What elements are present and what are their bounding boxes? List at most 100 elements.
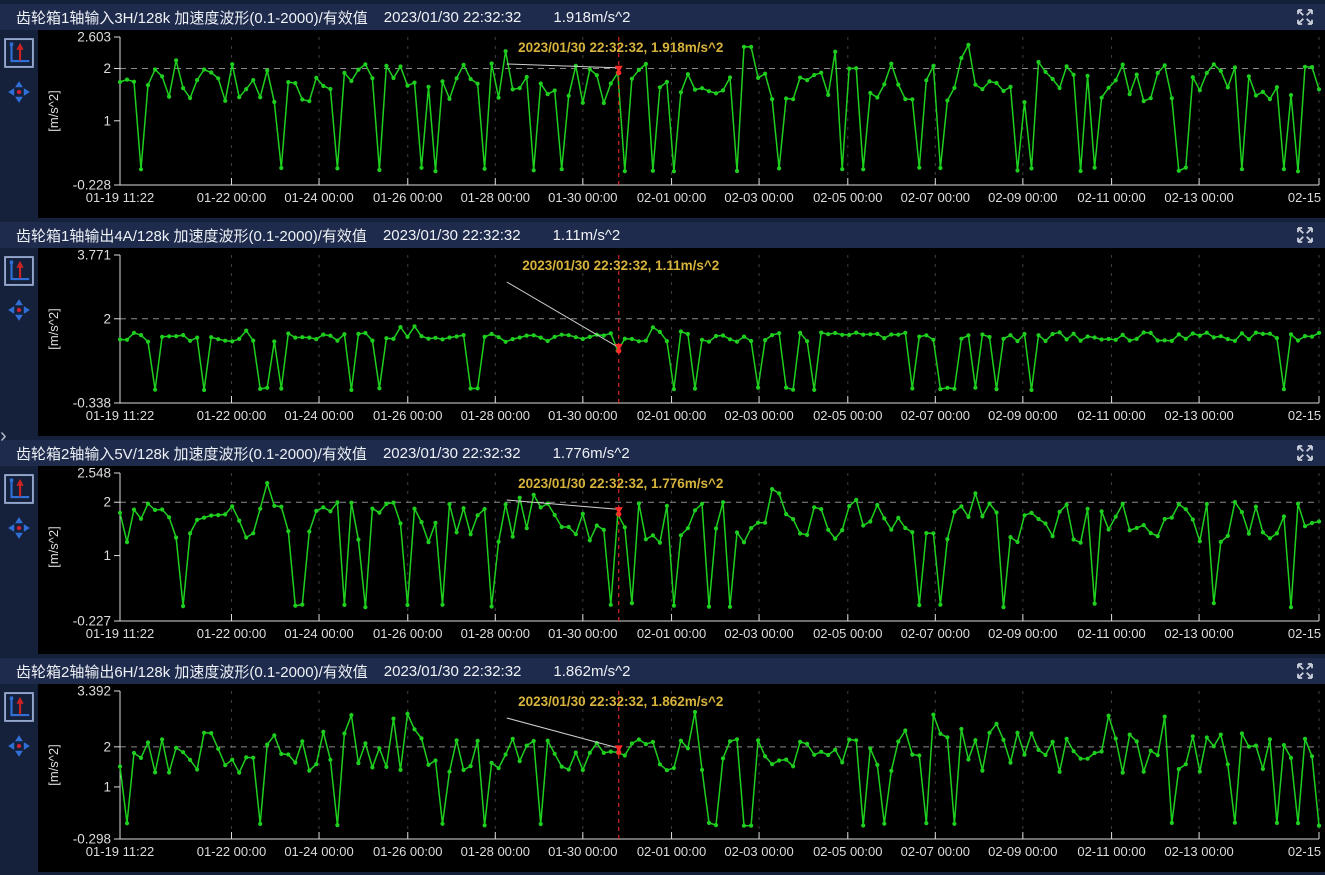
- svg-text:2: 2: [103, 61, 111, 76]
- pan-move-icon[interactable]: [7, 734, 31, 758]
- panel-body: 01-19 11:2201-22 00:0001-24 00:0001-26 0…: [0, 30, 1325, 218]
- svg-text:01-24 00:00: 01-24 00:00: [284, 844, 353, 859]
- svg-text:2023/01/30 22:32:32, 1.862m/s^: 2023/01/30 22:32:32, 1.862m/s^2: [518, 694, 723, 709]
- pan-arrows-glyph: [7, 298, 31, 322]
- expand-icon[interactable]: [1294, 224, 1316, 246]
- chart-toolbar: [0, 684, 38, 872]
- svg-text:02-13 00:00: 02-13 00:00: [1164, 626, 1233, 641]
- svg-text:2023/01/30 22:32:32, 1.918m/s^: 2023/01/30 22:32:32, 1.918m/s^2: [518, 40, 723, 55]
- expand-arrows-glyph: [1295, 225, 1315, 245]
- svg-text:02-03 00:00: 02-03 00:00: [724, 408, 793, 423]
- pan-move-icon[interactable]: [7, 80, 31, 104]
- panel-title: 齿轮箱1轴输出4A/128k 加速度波形(0.1-2000)/有效值: [16, 225, 367, 246]
- svg-text:02-01 00:00: 02-01 00:00: [637, 626, 706, 641]
- expand-arrows-glyph: [1295, 443, 1315, 463]
- panel-title: 齿轮箱1轴输入3H/128k 加速度波形(0.1-2000)/有效值: [16, 7, 368, 28]
- expand-arrows-glyph: [1295, 661, 1315, 681]
- svg-text:2.603: 2.603: [77, 30, 111, 45]
- svg-text:01-26 00:00: 01-26 00:00: [373, 626, 442, 641]
- svg-text:3.771: 3.771: [77, 248, 111, 263]
- sidebar-expand-handle[interactable]: ›: [0, 426, 7, 446]
- axis-autoscale-icon: [4, 38, 34, 68]
- panel-timestamp: 2023/01/30 22:32:32: [384, 9, 522, 26]
- svg-text:02-09 00:00: 02-09 00:00: [988, 190, 1057, 205]
- chart-area[interactable]: 01-19 11:2201-22 00:0001-24 00:0001-26 0…: [38, 466, 1325, 654]
- axis-autoscale-icon: [4, 474, 34, 504]
- chart-toolbar: [0, 248, 38, 436]
- auto-scale-y-button[interactable]: [4, 256, 34, 286]
- svg-text:02-15 17:1: 02-15 17:1: [1288, 408, 1325, 423]
- svg-text:-0.227: -0.227: [73, 614, 111, 629]
- pan-arrows-glyph: [7, 80, 31, 104]
- svg-text:01-22 00:00: 01-22 00:00: [197, 408, 266, 423]
- svg-text:01-30 00:00: 01-30 00:00: [548, 408, 617, 423]
- chart-area[interactable]: 01-19 11:2201-22 00:0001-24 00:0001-26 0…: [38, 30, 1325, 218]
- expand-arrows-glyph: [1295, 7, 1315, 27]
- svg-text:2: 2: [103, 739, 111, 754]
- svg-text:02-07 00:00: 02-07 00:00: [901, 844, 970, 859]
- pan-arrows-glyph: [7, 734, 31, 758]
- auto-scale-y-button[interactable]: [4, 692, 34, 722]
- chart-area[interactable]: 01-19 11:2201-22 00:0001-24 00:0001-26 0…: [38, 248, 1325, 436]
- svg-text:02-03 00:00: 02-03 00:00: [724, 626, 793, 641]
- expand-icon[interactable]: [1294, 442, 1316, 464]
- svg-text:02-03 00:00: 02-03 00:00: [724, 844, 793, 859]
- expand-icon[interactable]: [1294, 660, 1316, 682]
- svg-text:01-24 00:00: 01-24 00:00: [284, 408, 353, 423]
- auto-scale-y-button[interactable]: [4, 474, 34, 504]
- svg-text:[m/s^2]: [m/s^2]: [46, 526, 61, 568]
- svg-text:01-30 00:00: 01-30 00:00: [548, 190, 617, 205]
- svg-text:01-24 00:00: 01-24 00:00: [284, 626, 353, 641]
- panel-current-value: 1.862m/s^2: [553, 663, 630, 680]
- svg-text:01-28 00:00: 01-28 00:00: [461, 408, 530, 423]
- svg-text:02-13 00:00: 02-13 00:00: [1164, 190, 1233, 205]
- svg-text:01-22 00:00: 01-22 00:00: [197, 844, 266, 859]
- svg-text:02-07 00:00: 02-07 00:00: [901, 626, 970, 641]
- expand-icon[interactable]: [1294, 6, 1316, 28]
- svg-text:02-09 00:00: 02-09 00:00: [988, 844, 1057, 859]
- panel-title: 齿轮箱2轴输入5V/128k 加速度波形(0.1-2000)/有效值: [16, 443, 367, 464]
- svg-text:02-09 00:00: 02-09 00:00: [988, 408, 1057, 423]
- svg-text:02-05 00:00: 02-05 00:00: [813, 844, 882, 859]
- svg-text:02-13 00:00: 02-13 00:00: [1164, 408, 1233, 423]
- panel-titlebar: 齿轮箱1轴输入3H/128k 加速度波形(0.1-2000)/有效值 2023/…: [0, 4, 1325, 30]
- pan-move-icon[interactable]: [7, 298, 31, 322]
- svg-text:01-22 00:00: 01-22 00:00: [197, 626, 266, 641]
- panel-titlebar: 齿轮箱2轴输入5V/128k 加速度波形(0.1-2000)/有效值 2023/…: [0, 440, 1325, 466]
- svg-text:02-01 00:00: 02-01 00:00: [637, 190, 706, 205]
- svg-text:01-28 00:00: 01-28 00:00: [461, 626, 530, 641]
- pan-arrows-glyph: [7, 516, 31, 540]
- svg-text:02-07 00:00: 02-07 00:00: [901, 408, 970, 423]
- panel-timestamp: 2023/01/30 22:32:32: [383, 227, 521, 244]
- svg-text:01-26 00:00: 01-26 00:00: [373, 408, 442, 423]
- svg-text:02-07 00:00: 02-07 00:00: [901, 190, 970, 205]
- svg-text:01-28 00:00: 01-28 00:00: [461, 190, 530, 205]
- auto-scale-y-button[interactable]: [4, 38, 34, 68]
- svg-text:2023/01/30 22:32:32, 1.11m/s^2: 2023/01/30 22:32:32, 1.11m/s^2: [522, 258, 719, 273]
- svg-text:01-26 00:00: 01-26 00:00: [373, 844, 442, 859]
- panel-titlebar: 齿轮箱2轴输出6H/128k 加速度波形(0.1-2000)/有效值 2023/…: [0, 658, 1325, 684]
- svg-text:02-09 00:00: 02-09 00:00: [988, 626, 1057, 641]
- panel-timestamp: 2023/01/30 22:32:32: [384, 663, 522, 680]
- svg-text:02-03 00:00: 02-03 00:00: [724, 190, 793, 205]
- chart-area[interactable]: 01-19 11:2201-22 00:0001-24 00:0001-26 0…: [38, 684, 1325, 872]
- chart-panels-stack: 齿轮箱1轴输入3H/128k 加速度波形(0.1-2000)/有效值 2023/…: [0, 0, 1325, 872]
- svg-text:02-11 00:00: 02-11 00:00: [1077, 626, 1145, 641]
- svg-text:01-26 00:00: 01-26 00:00: [373, 190, 442, 205]
- svg-text:3.392: 3.392: [77, 684, 111, 699]
- svg-text:-0.228: -0.228: [73, 178, 111, 193]
- svg-text:01-24 00:00: 01-24 00:00: [284, 190, 353, 205]
- panel-title: 齿轮箱2轴输出6H/128k 加速度波形(0.1-2000)/有效值: [16, 661, 368, 682]
- pan-move-icon[interactable]: [7, 516, 31, 540]
- panel-body: 01-19 11:2201-22 00:0001-24 00:0001-26 0…: [0, 248, 1325, 436]
- panel-timestamp: 2023/01/30 22:32:32: [383, 445, 521, 462]
- panel-body: 01-19 11:2201-22 00:0001-24 00:0001-26 0…: [0, 684, 1325, 872]
- svg-text:1: 1: [103, 548, 111, 563]
- svg-text:01-30 00:00: 01-30 00:00: [548, 844, 617, 859]
- svg-text:[m/s^2]: [m/s^2]: [46, 308, 61, 350]
- svg-text:02-05 00:00: 02-05 00:00: [813, 190, 882, 205]
- svg-text:02-05 00:00: 02-05 00:00: [813, 626, 882, 641]
- svg-text:02-05 00:00: 02-05 00:00: [813, 408, 882, 423]
- svg-text:[m/s^2]: [m/s^2]: [46, 744, 61, 786]
- svg-text:01-28 00:00: 01-28 00:00: [461, 844, 530, 859]
